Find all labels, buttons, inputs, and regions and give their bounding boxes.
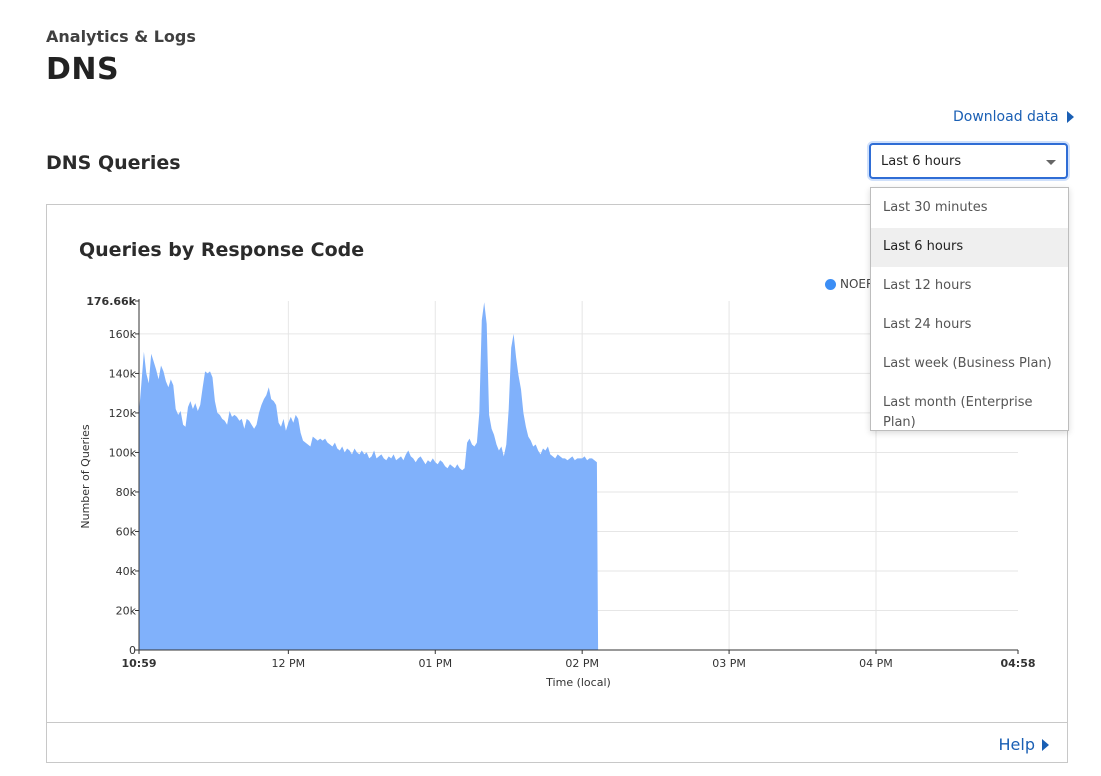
x-tick-label: 04:58 <box>1000 657 1035 670</box>
y-tick-label: 80k <box>116 486 137 499</box>
x-tick-label: 01 PM <box>418 657 452 670</box>
breadcrumb[interactable]: Analytics & Logs <box>46 27 196 46</box>
time-range-dropdown: Last 30 minutes Last 6 hours Last 12 hours… <box>870 187 1069 431</box>
help-link[interactable]: Help <box>999 735 1049 754</box>
chevron-right-icon <box>1042 738 1049 751</box>
download-data-link[interactable]: Download data <box>953 109 1074 125</box>
time-range-option[interactable]: Last week (Business Plan) <box>871 345 1068 384</box>
time-range-option[interactable]: Last 6 hours <box>871 228 1068 267</box>
y-tick-label: 140k <box>109 367 137 380</box>
y-axis-label: Number of Queries <box>79 424 92 529</box>
time-range-option[interactable]: Last 24 hours <box>871 306 1068 345</box>
download-data-label[interactable]: Download data <box>953 109 1059 125</box>
x-tick-label: 12 PM <box>272 657 306 670</box>
noerror-area-series <box>139 302 599 650</box>
time-range-value: Last 6 hours <box>881 153 962 169</box>
caret-down-icon <box>1046 160 1056 165</box>
time-range-option[interactable]: Last 12 hours <box>871 267 1068 306</box>
section-title: DNS Queries <box>46 152 181 174</box>
x-tick-label: 10:59 <box>121 657 156 670</box>
y-tick-label: 20k <box>116 604 137 617</box>
x-axis-label: Time (local) <box>545 676 611 689</box>
y-tick-label: 176.66k <box>86 295 136 308</box>
y-tick-label: 160k <box>109 328 137 341</box>
help-label[interactable]: Help <box>999 735 1035 754</box>
time-range-option[interactable]: Last month (Enterprise Plan) <box>871 384 1068 443</box>
chevron-right-icon <box>1066 111 1074 123</box>
y-tick-label: 100k <box>109 446 137 459</box>
x-tick-label: 04 PM <box>859 657 893 670</box>
x-tick-label: 02 PM <box>565 657 599 670</box>
y-tick-label: 120k <box>109 407 137 420</box>
y-tick-label: 60k <box>116 525 137 538</box>
page-title: DNS <box>46 52 120 87</box>
time-range-option[interactable]: Last 30 minutes <box>871 189 1068 228</box>
y-tick-label: 0 <box>129 644 136 657</box>
panel-footer: Help <box>47 722 1067 764</box>
x-tick-label: 03 PM <box>712 657 746 670</box>
y-tick-label: 40k <box>116 565 137 578</box>
time-range-select[interactable]: Last 6 hours <box>869 143 1068 179</box>
